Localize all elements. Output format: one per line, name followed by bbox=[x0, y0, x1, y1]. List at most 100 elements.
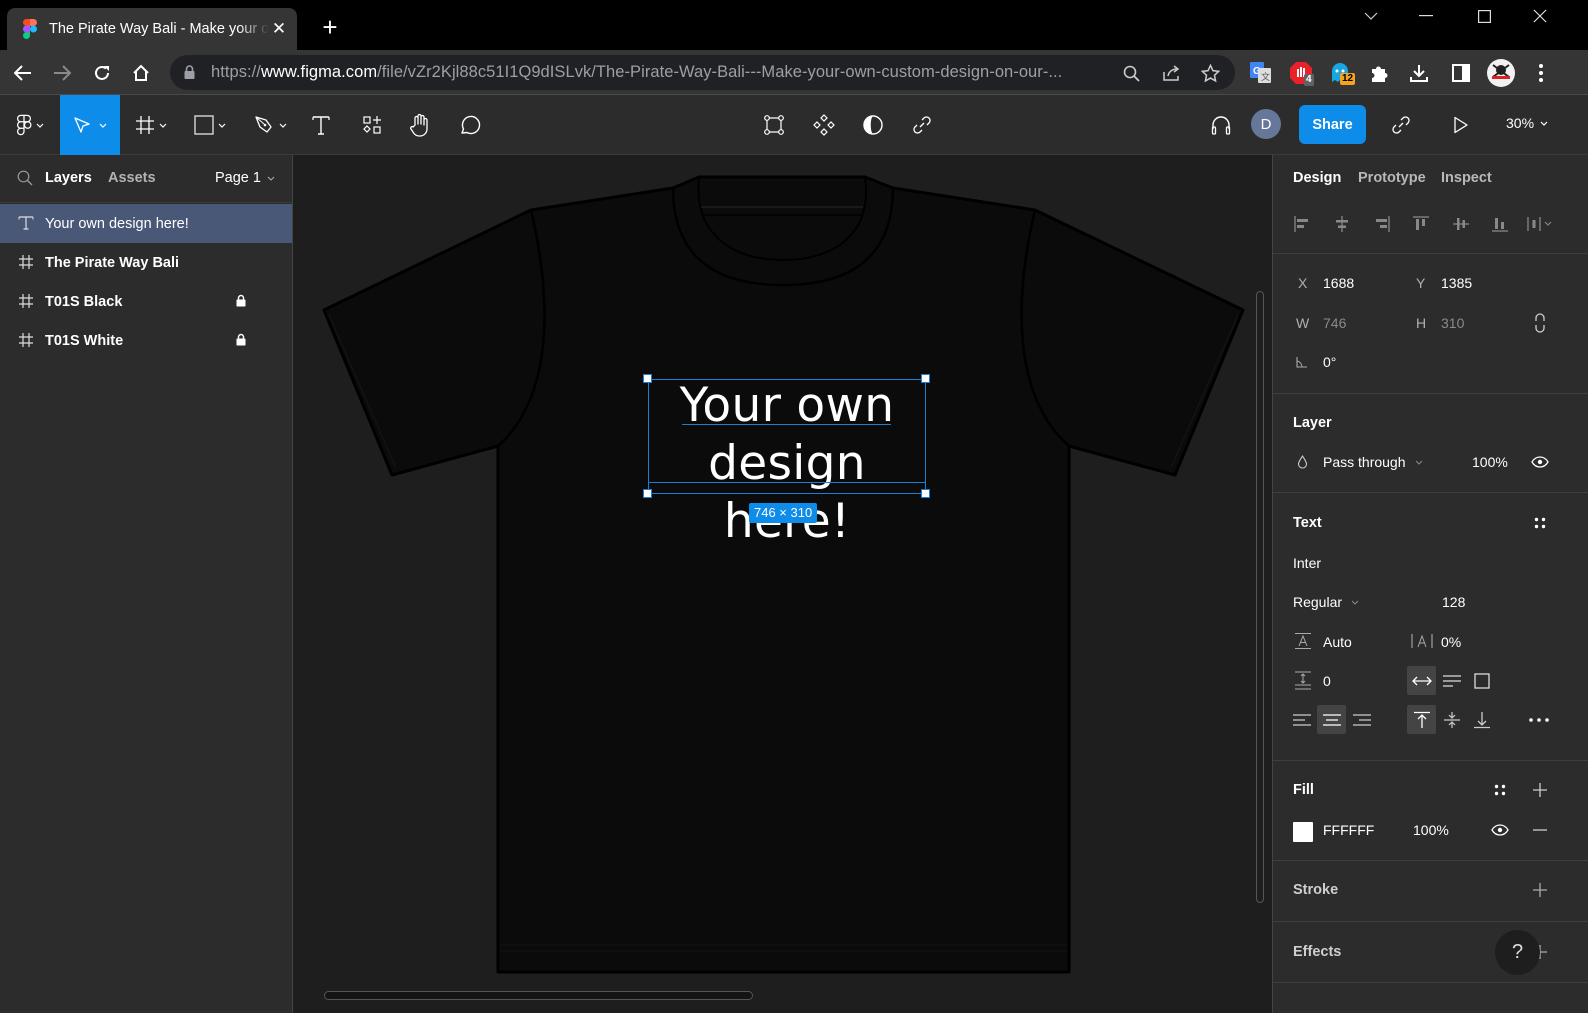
vertical-scrollbar[interactable] bbox=[1256, 291, 1264, 903]
url-text[interactable]: https://www.figma.com/file/vZr2Kjl88c51I… bbox=[211, 63, 1111, 82]
close-window-icon[interactable] bbox=[1517, 5, 1563, 27]
hand-tool[interactable] bbox=[405, 95, 435, 155]
align-bottom-icon[interactable] bbox=[1488, 212, 1512, 236]
pen-tool[interactable] bbox=[245, 95, 297, 155]
lock-icon[interactable] bbox=[236, 294, 246, 307]
frame-tool[interactable] bbox=[125, 95, 177, 155]
align-text-middle-button[interactable] bbox=[1437, 705, 1466, 734]
tab-close-icon[interactable]: ✕ bbox=[269, 19, 289, 39]
mask-button[interactable] bbox=[858, 95, 888, 155]
design-canvas[interactable]: Your own design here! 746 × 310 bbox=[293, 155, 1272, 1013]
edit-object-button[interactable] bbox=[759, 95, 789, 155]
font-family-dropdown[interactable]: Inter bbox=[1293, 555, 1321, 571]
auto-width-button[interactable] bbox=[1407, 666, 1436, 695]
browser-tab[interactable]: The Pirate Way Bali - Make your own cust… bbox=[7, 8, 297, 50]
link-button[interactable] bbox=[907, 95, 937, 155]
align-text-bottom-button[interactable] bbox=[1467, 705, 1496, 734]
eye-icon[interactable] bbox=[1490, 821, 1510, 839]
minimize-icon[interactable] bbox=[1403, 5, 1449, 27]
x-input[interactable]: 1688 bbox=[1323, 275, 1354, 291]
align-vertical-center-icon[interactable] bbox=[1449, 212, 1473, 236]
fill-color-swatch[interactable] bbox=[1293, 822, 1313, 842]
help-button[interactable]: ? bbox=[1495, 930, 1540, 975]
tab-search-icon[interactable] bbox=[1348, 5, 1394, 27]
align-right-icon[interactable] bbox=[1370, 212, 1394, 236]
audio-button[interactable] bbox=[1206, 95, 1236, 155]
resize-handle-top-right[interactable] bbox=[921, 374, 930, 383]
text-align-center-button[interactable] bbox=[1317, 705, 1346, 734]
fill-styles-grid-icon[interactable] bbox=[1490, 780, 1510, 800]
resize-handle-top-left[interactable] bbox=[643, 374, 652, 383]
add-fill-icon[interactable] bbox=[1530, 780, 1550, 800]
layer-item[interactable]: T01S White bbox=[0, 321, 292, 360]
font-weight-dropdown[interactable]: Regular bbox=[1293, 594, 1359, 610]
align-top-icon[interactable] bbox=[1409, 212, 1433, 236]
address-bar[interactable]: https://www.figma.com/file/vZr2Kjl88c51I… bbox=[170, 55, 1235, 90]
adblock-icon[interactable]: 4 bbox=[1287, 59, 1315, 87]
more-text-options-icon[interactable] bbox=[1527, 711, 1551, 729]
blend-mode-dropdown[interactable]: Pass through bbox=[1323, 454, 1423, 470]
main-menu-button[interactable] bbox=[0, 95, 60, 155]
lock-icon[interactable] bbox=[236, 333, 246, 346]
present-button[interactable] bbox=[1446, 95, 1476, 155]
distribute-icon[interactable] bbox=[1525, 212, 1555, 236]
move-tool[interactable] bbox=[60, 95, 120, 155]
share-page-icon[interactable] bbox=[1160, 62, 1182, 84]
text-tool[interactable] bbox=[306, 95, 336, 155]
reload-icon[interactable] bbox=[88, 59, 116, 87]
align-horizontal-center-icon[interactable] bbox=[1330, 212, 1354, 236]
google-translate-icon[interactable]: G文 bbox=[1247, 59, 1275, 87]
user-avatar[interactable]: D bbox=[1251, 109, 1281, 139]
constrain-proportions-icon[interactable] bbox=[1531, 312, 1549, 334]
h-input[interactable]: 310 bbox=[1441, 315, 1464, 331]
eye-icon[interactable] bbox=[1530, 453, 1550, 471]
tab-layers[interactable]: Layers bbox=[45, 170, 92, 186]
y-input[interactable]: 1385 bbox=[1441, 275, 1472, 291]
horizontal-scrollbar[interactable] bbox=[324, 991, 753, 1000]
resize-handle-bottom-right[interactable] bbox=[921, 489, 930, 498]
tab-assets[interactable]: Assets bbox=[108, 170, 156, 186]
layer-item[interactable]: Your own design here! bbox=[0, 204, 292, 243]
fill-hex-input[interactable]: FFFFFF bbox=[1323, 822, 1374, 838]
back-arrow-icon[interactable] bbox=[9, 59, 37, 87]
ghostery-icon[interactable]: 12 bbox=[1326, 59, 1356, 87]
layer-opacity-input[interactable]: 100% bbox=[1472, 454, 1508, 470]
bookmark-star-icon[interactable] bbox=[1199, 62, 1221, 84]
fill-opacity-input[interactable]: 100% bbox=[1413, 822, 1449, 838]
text-align-right-button[interactable] bbox=[1347, 705, 1376, 734]
resources-tool[interactable] bbox=[357, 95, 387, 155]
resize-handle-bottom-left[interactable] bbox=[643, 489, 652, 498]
home-icon[interactable] bbox=[127, 59, 155, 87]
fixed-size-button[interactable] bbox=[1467, 666, 1496, 695]
download-icon[interactable] bbox=[1405, 59, 1433, 87]
rotation-input[interactable]: 0° bbox=[1323, 354, 1336, 370]
layer-item[interactable]: The Pirate Way Bali bbox=[0, 243, 292, 282]
forward-arrow-icon[interactable] bbox=[48, 59, 76, 87]
font-size-input[interactable]: 128 bbox=[1442, 594, 1465, 610]
tab-inspect[interactable]: Inspect bbox=[1441, 170, 1492, 186]
search-page-icon[interactable] bbox=[1120, 62, 1142, 84]
text-styles-grid-icon[interactable] bbox=[1530, 513, 1550, 533]
line-height-input[interactable]: Auto bbox=[1323, 634, 1352, 650]
w-input[interactable]: 746 bbox=[1323, 315, 1346, 331]
search-icon[interactable] bbox=[17, 170, 33, 186]
text-align-left-button[interactable] bbox=[1287, 705, 1316, 734]
letter-spacing-input[interactable]: 0% bbox=[1441, 634, 1461, 650]
paragraph-spacing-input[interactable]: 0 bbox=[1323, 673, 1331, 689]
copy-link-button[interactable] bbox=[1386, 95, 1416, 155]
new-tab-button[interactable]: + bbox=[318, 14, 342, 40]
selection-box[interactable] bbox=[648, 379, 926, 494]
share-button[interactable]: Share bbox=[1299, 105, 1366, 144]
extensions-puzzle-icon[interactable] bbox=[1365, 59, 1393, 87]
comment-tool[interactable] bbox=[455, 95, 485, 155]
tab-prototype[interactable]: Prototype bbox=[1358, 170, 1426, 186]
align-text-top-button[interactable] bbox=[1407, 705, 1436, 734]
browser-menu-icon[interactable] bbox=[1527, 59, 1555, 87]
remove-fill-icon[interactable] bbox=[1530, 821, 1550, 839]
maximize-icon[interactable] bbox=[1461, 5, 1507, 27]
add-stroke-icon[interactable] bbox=[1530, 880, 1550, 900]
page-selector[interactable]: Page 1 bbox=[215, 170, 275, 186]
align-left-icon[interactable] bbox=[1290, 212, 1314, 236]
layer-item[interactable]: T01S Black bbox=[0, 282, 292, 321]
create-component-button[interactable] bbox=[809, 95, 839, 155]
